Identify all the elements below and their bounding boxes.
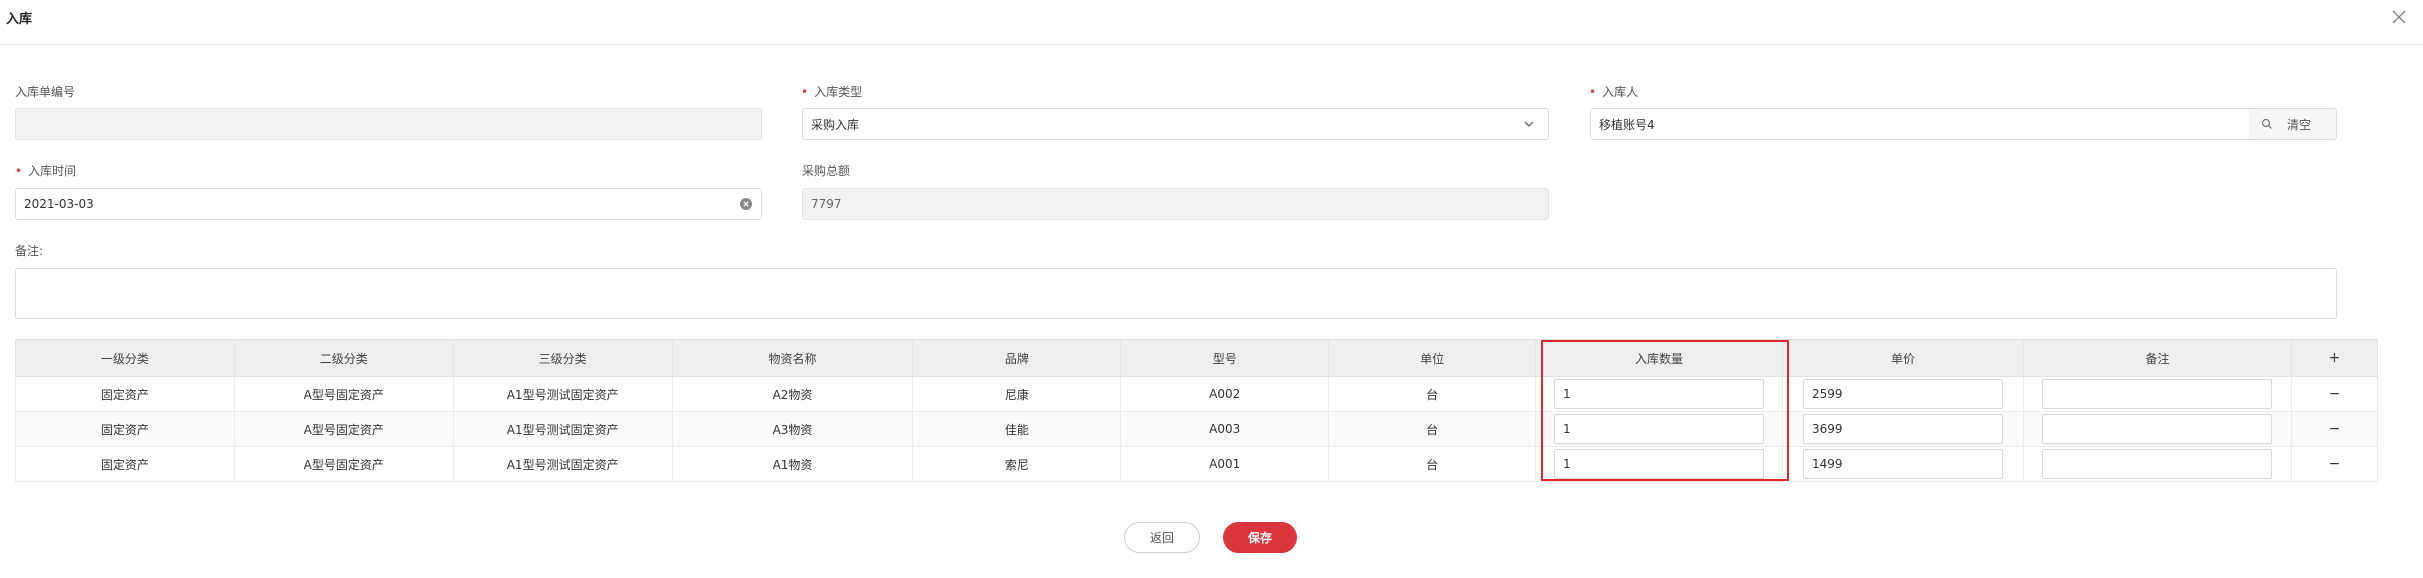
- remark-label: 备注:: [15, 244, 44, 258]
- cell-model: A001: [1120, 446, 1330, 482]
- required-mark: •: [1589, 85, 1597, 99]
- save-button[interactable]: 保存: [1223, 522, 1297, 553]
- remove-row-button[interactable]: −: [2290, 411, 2379, 447]
- header-divider: [0, 44, 2423, 45]
- table-row: 固定资产 A型号固定资产 A1型号测试固定资产 A3物资 佳能 A003 台 1…: [15, 411, 2379, 447]
- col-header-brand: 品牌: [912, 339, 1122, 377]
- cell-qty: 1: [1535, 376, 1784, 412]
- person-clear-button[interactable]: 清空: [2285, 109, 2336, 139]
- price-input[interactable]: 3699: [1803, 414, 2003, 444]
- col-header-name: 物资名称: [671, 339, 914, 377]
- back-button[interactable]: 返回: [1124, 522, 1200, 553]
- person-search-group: 清空: [2249, 108, 2337, 140]
- cell-cat3: A1型号测试固定资产: [452, 446, 673, 482]
- person-input[interactable]: 移植账号4: [1590, 108, 2250, 140]
- table-row: 固定资产 A型号固定资产 A1型号测试固定资产 A1物资 索尼 A001 台 1…: [15, 446, 2379, 482]
- col-header-price: 单价: [1782, 339, 2024, 377]
- items-table: 一级分类 二级分类 三级分类 物资名称 品牌 型号 单位 入库数量 单价 备注 …: [15, 339, 2379, 482]
- chevron-down-icon: [1522, 117, 1536, 131]
- cell-name: A3物资: [671, 411, 914, 447]
- cell-brand: 尼康: [912, 376, 1122, 412]
- qty-input[interactable]: 1: [1554, 449, 1765, 479]
- remark-textarea[interactable]: [15, 268, 2337, 319]
- date-input[interactable]: 2021-03-03: [15, 188, 762, 220]
- cell-cat2: A型号固定资产: [233, 376, 454, 412]
- cell-cat3: A1型号测试固定资产: [452, 411, 673, 447]
- cell-model: A003: [1120, 411, 1330, 447]
- cell-cat2: A型号固定资产: [233, 411, 454, 447]
- cell-cat3: A1型号测试固定资产: [452, 376, 673, 412]
- cell-brand: 索尼: [912, 446, 1122, 482]
- cell-model: A002: [1120, 376, 1330, 412]
- cell-cat2: A型号固定资产: [233, 446, 454, 482]
- order-no-input[interactable]: [15, 108, 762, 140]
- clear-circle-icon[interactable]: [739, 197, 753, 211]
- cell-remark: [2022, 446, 2292, 482]
- col-header-remark: 备注: [2022, 339, 2292, 377]
- table-header-row: 一级分类 二级分类 三级分类 物资名称 品牌 型号 单位 入库数量 单价 备注 …: [15, 339, 2379, 377]
- cell-brand: 佳能: [912, 411, 1122, 447]
- close-icon[interactable]: [2390, 8, 2408, 26]
- qty-input[interactable]: 1: [1554, 414, 1765, 444]
- col-header-qty: 入库数量: [1535, 339, 1784, 377]
- row-remark-input[interactable]: [2042, 449, 2273, 479]
- cell-unit: 台: [1328, 411, 1537, 447]
- cell-name: A2物资: [671, 376, 914, 412]
- table-row: 固定资产 A型号固定资产 A1型号测试固定资产 A2物资 尼康 A002 台 1…: [15, 376, 2379, 412]
- required-mark: •: [15, 164, 23, 178]
- col-header-unit: 单位: [1328, 339, 1537, 377]
- row-remark-input[interactable]: [2042, 414, 2273, 444]
- cell-remark: [2022, 376, 2292, 412]
- date-label: • 入库时间: [15, 164, 77, 178]
- cell-price: 3699: [1782, 411, 2024, 447]
- col-header-cat1: 一级分类: [15, 339, 235, 377]
- search-icon[interactable]: [2249, 109, 2285, 139]
- dialog-title: 入库: [6, 12, 33, 27]
- total-value: 7797: [811, 197, 842, 211]
- price-input[interactable]: 2599: [1803, 379, 2003, 409]
- price-input[interactable]: 1499: [1803, 449, 2003, 479]
- person-value: 移植账号4: [1599, 117, 1655, 132]
- add-row-button[interactable]: +: [2290, 339, 2379, 377]
- cell-price: 1499: [1782, 446, 2024, 482]
- col-header-cat2: 二级分类: [233, 339, 454, 377]
- total-label: 采购总额: [802, 164, 851, 178]
- cell-qty: 1: [1535, 446, 1784, 482]
- type-select[interactable]: 采购入库: [802, 108, 1549, 140]
- cell-cat1: 固定资产: [15, 376, 235, 412]
- col-header-cat3: 三级分类: [452, 339, 673, 377]
- person-label: • 入库人: [1589, 85, 1639, 99]
- cell-cat1: 固定资产: [15, 411, 235, 447]
- col-header-model: 型号: [1120, 339, 1330, 377]
- type-value: 采购入库: [811, 117, 860, 132]
- cell-unit: 台: [1328, 446, 1537, 482]
- cell-qty: 1: [1535, 411, 1784, 447]
- order-no-label: 入库单编号: [15, 85, 76, 99]
- cell-name: A1物资: [671, 446, 914, 482]
- date-value: 2021-03-03: [24, 197, 94, 211]
- cell-price: 2599: [1782, 376, 2024, 412]
- cell-unit: 台: [1328, 376, 1537, 412]
- qty-input[interactable]: 1: [1554, 379, 1765, 409]
- cell-remark: [2022, 411, 2292, 447]
- remove-row-button[interactable]: −: [2290, 376, 2379, 412]
- row-remark-input[interactable]: [2042, 379, 2273, 409]
- type-label: • 入库类型: [801, 85, 863, 99]
- required-mark: •: [801, 85, 809, 99]
- remove-row-button[interactable]: −: [2290, 446, 2379, 482]
- total-input[interactable]: 7797: [802, 188, 1549, 220]
- cell-cat1: 固定资产: [15, 446, 235, 482]
